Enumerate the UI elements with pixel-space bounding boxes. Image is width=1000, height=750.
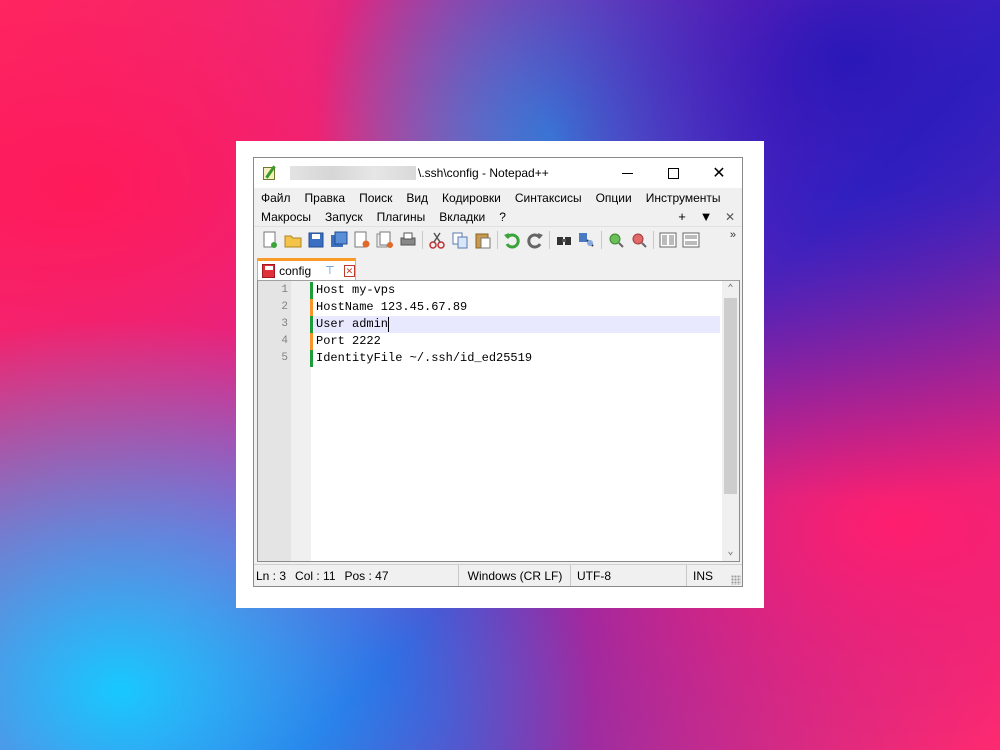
maximize-button[interactable]: [650, 158, 696, 188]
unsaved-file-icon: [262, 263, 276, 278]
pin-icon[interactable]: ⊤: [325, 264, 335, 277]
toolbar-separator: [497, 230, 498, 249]
open-file-icon[interactable]: [283, 230, 303, 250]
editor-area[interactable]: ⌃ ⌄ 1 Host my-vps 2 HostName 123.45.67.89 3 U…: [257, 280, 740, 562]
close-icon: ✕: [712, 165, 726, 182]
status-position: Ln : 3 Col : 11 Pos : 47: [254, 565, 459, 586]
blurred-path: [290, 166, 416, 180]
change-history-mark: [310, 282, 313, 299]
zoom-in-icon[interactable]: [606, 230, 626, 250]
cut-icon[interactable]: [427, 230, 447, 250]
tab-close-icon[interactable]: ✕: [343, 264, 355, 277]
redo-icon[interactable]: [525, 230, 545, 250]
title-bar[interactable]: \.ssh\config - Notepad++ ✕: [254, 158, 742, 188]
toolbar-separator: [422, 230, 423, 249]
tab-config[interactable]: config ⊤ ✕: [257, 258, 356, 280]
toolbar-overflow-icon[interactable]: »: [730, 229, 736, 241]
status-bar: Ln : 3 Col : 11 Pos : 47 Windows (CR LF)…: [254, 564, 742, 586]
code-line[interactable]: IdentityFile ~/.ssh/id_ed25519: [316, 350, 532, 367]
code-line[interactable]: Port 2222: [316, 333, 381, 350]
menu-item[interactable]: Запуск: [318, 210, 370, 224]
find-icon[interactable]: [554, 230, 574, 250]
code-line[interactable]: Host my-vps: [316, 282, 395, 299]
status-insert-mode[interactable]: INS: [687, 565, 725, 586]
notepadpp-window: \.ssh\config - Notepad++ ✕ Файл Правка Пои…: [253, 157, 743, 587]
line-number: 2: [281, 301, 288, 313]
maximize-icon: [667, 167, 679, 179]
menu-item[interactable]: Инструменты: [639, 191, 728, 205]
tab-list-dropdown-icon[interactable]: ▼: [694, 209, 718, 224]
menu-bar-row1: Файл Правка Поиск Вид Кодировки Синтаксисы Опц…: [254, 188, 742, 207]
toolbar-separator: [549, 230, 550, 249]
menu-bar-row2: Макросы Запуск Плагины Вкладки? + ▼ ✕: [254, 207, 742, 226]
line-number: 5: [281, 352, 288, 364]
change-history-mark: [310, 333, 313, 350]
menu-item[interactable]: ?: [492, 210, 513, 224]
scroll-thumb[interactable]: [724, 298, 737, 494]
sync-v-icon[interactable]: [658, 230, 678, 250]
save-all-icon[interactable]: [329, 230, 349, 250]
new-tab-plus-icon[interactable]: +: [670, 209, 694, 224]
notepadpp-app-icon: [262, 165, 278, 181]
toolbar: »: [254, 226, 742, 252]
new-file-icon[interactable]: [260, 230, 280, 250]
sync-h-icon[interactable]: [681, 230, 701, 250]
resize-grip-icon[interactable]: [731, 575, 741, 585]
minimize-icon: [621, 172, 633, 174]
menu-item[interactable]: Кодировки: [435, 191, 508, 205]
menu-item[interactable]: Файл: [254, 191, 298, 205]
status-line: Ln : 3: [256, 568, 287, 583]
replace-icon[interactable]: [577, 230, 597, 250]
close-all-icon[interactable]: [375, 230, 395, 250]
print-icon[interactable]: [398, 230, 418, 250]
close-window-button[interactable]: ✕: [696, 158, 742, 188]
close-doc-icon[interactable]: ✕: [718, 210, 742, 224]
code-line[interactable]: HostName 123.45.67.89: [316, 299, 467, 316]
change-history-mark: [310, 299, 313, 316]
undo-icon[interactable]: [502, 230, 522, 250]
code-line[interactable]: User admin: [316, 316, 388, 333]
save-icon[interactable]: [306, 230, 326, 250]
status-eol[interactable]: Windows (CR LF): [459, 565, 571, 586]
menu-item[interactable]: Плагины: [370, 210, 433, 224]
text-caret: [388, 317, 389, 332]
line-number: 4: [281, 335, 288, 347]
fold-margin: [291, 281, 311, 561]
menu-item[interactable]: Макросы: [254, 210, 318, 224]
toolbar-separator: [601, 230, 602, 249]
tab-bar: config ⊤ ✕: [254, 252, 742, 280]
menu-item[interactable]: Синтаксисы: [508, 191, 589, 205]
change-history-mark: [310, 316, 313, 333]
scroll-down-icon[interactable]: ⌄: [722, 544, 739, 561]
menu-right-controls: + ▼ ✕: [670, 207, 742, 226]
line-number: 3: [281, 318, 288, 330]
menu-item[interactable]: Вкладки: [432, 210, 492, 224]
menu-item[interactable]: Поиск: [352, 191, 399, 205]
copy-icon[interactable]: [450, 230, 470, 250]
window-title: \.ssh\config - Notepad++: [418, 166, 549, 180]
menu-item[interactable]: Вид: [399, 191, 435, 205]
vertical-scrollbar[interactable]: ⌃ ⌄: [722, 281, 739, 561]
menu-item[interactable]: Правка: [298, 191, 353, 205]
menu-item[interactable]: Опции: [589, 191, 639, 205]
toolbar-separator: [653, 230, 654, 249]
scroll-up-icon[interactable]: ⌃: [722, 281, 739, 298]
line-number: 1: [281, 284, 288, 296]
zoom-out-icon[interactable]: [629, 230, 649, 250]
minimize-button[interactable]: [604, 158, 650, 188]
paste-icon[interactable]: [473, 230, 493, 250]
status-encoding[interactable]: UTF-8: [571, 565, 687, 586]
status-pos: Pos : 47: [344, 568, 389, 583]
status-column: Col : 11: [295, 568, 336, 583]
change-history-mark: [310, 350, 313, 367]
tab-label: config: [279, 263, 312, 278]
close-icon[interactable]: [352, 230, 372, 250]
